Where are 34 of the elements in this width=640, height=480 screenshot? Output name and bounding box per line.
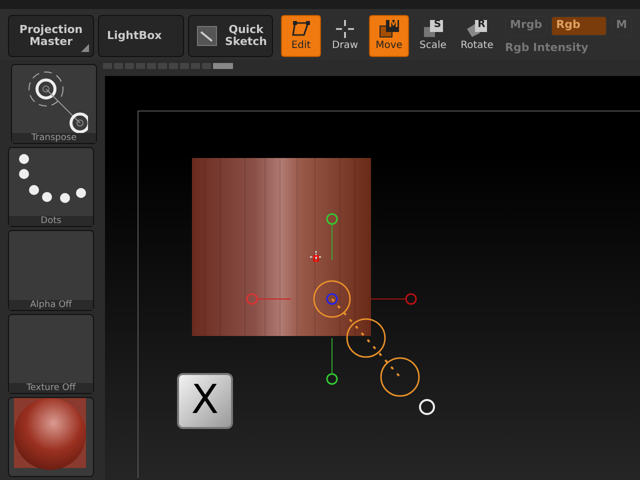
sketch-icon bbox=[197, 26, 217, 46]
scroll-thumb[interactable] bbox=[213, 63, 233, 69]
mode-button[interactable]: M Move bbox=[369, 15, 409, 57]
tool-tile[interactable]: Transpose bbox=[11, 64, 97, 144]
canvas[interactable]: X bbox=[105, 76, 640, 480]
material-sphere bbox=[14, 398, 86, 468]
mode-button[interactable]: S Scale bbox=[413, 15, 453, 57]
cursor-icon bbox=[310, 250, 322, 264]
mode-button[interactable]: Draw bbox=[325, 15, 365, 57]
ring-icon bbox=[419, 399, 435, 415]
icon-letter: M bbox=[388, 18, 400, 30]
tool-button[interactable]: Quick Sketch bbox=[188, 15, 273, 57]
tile-label: Texture Off bbox=[9, 382, 93, 393]
tool-tile[interactable] bbox=[8, 396, 94, 478]
mode-button[interactable]: R Rotate bbox=[457, 15, 497, 57]
tile-label: Alpha Off bbox=[9, 300, 93, 310]
edit-icon bbox=[290, 20, 312, 38]
key-cap: X bbox=[177, 373, 233, 429]
tool-tile[interactable]: Dots bbox=[8, 147, 94, 228]
channel-toggle[interactable]: M bbox=[611, 16, 632, 36]
channel-toggle[interactable]: Mrgb bbox=[505, 16, 548, 36]
tool-button[interactable]: Projection Master bbox=[8, 15, 94, 57]
tool-button[interactable]: LightBox bbox=[98, 15, 184, 57]
channel-toggle[interactable]: Rgb bbox=[551, 16, 608, 36]
tool-tile[interactable]: Alpha Off bbox=[8, 230, 94, 311]
icon-letter: S bbox=[432, 18, 442, 30]
corner-triangle-icon bbox=[81, 44, 89, 52]
tile-label: Dots bbox=[9, 216, 93, 226]
draw-icon bbox=[334, 20, 356, 38]
mode-button[interactable]: Edit bbox=[281, 15, 321, 57]
slider-label[interactable]: Rgb Intensity bbox=[505, 40, 632, 56]
tile-label: Transpose bbox=[12, 133, 96, 144]
tool-tile[interactable]: Texture Off bbox=[8, 314, 94, 394]
icon-letter: R bbox=[476, 18, 486, 30]
